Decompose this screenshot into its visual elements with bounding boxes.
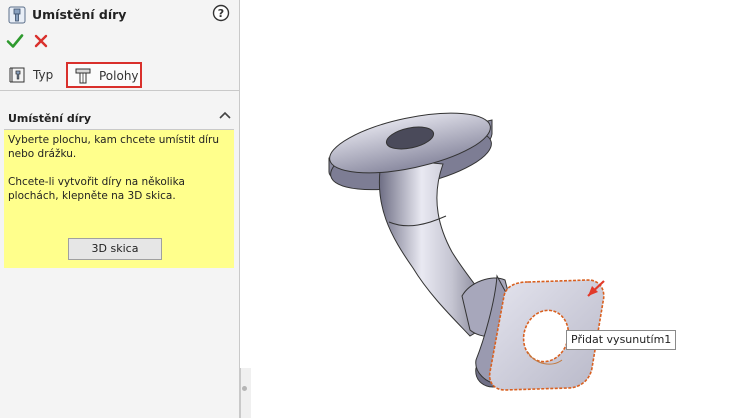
hole-wizard-icon <box>8 6 26 24</box>
hole-type-icon <box>9 67 25 83</box>
panel-title: Umístění díry <box>32 7 127 22</box>
instruction-text-2: Chcete-li vytvořit díry na několika ploc… <box>8 176 185 202</box>
face-tooltip: Přidat vysunutím1 <box>566 330 677 350</box>
panel-header: Umístění díry ? <box>8 4 234 26</box>
instruction-message: Vyberte plochu, kam chcete umístit díru … <box>4 130 234 268</box>
help-icon[interactable]: ? <box>212 4 230 22</box>
property-manager-panel: Umístění díry ? Typ Polohy Umístění díry… <box>0 0 240 418</box>
instruction-text-1: Vyberte plochu, kam chcete umístit díru … <box>8 134 220 160</box>
cancel-button[interactable] <box>32 32 50 50</box>
graphics-viewport[interactable] <box>250 0 750 418</box>
3d-sketch-button[interactable]: 3D skica <box>68 238 162 260</box>
tab-polohy-label: Polohy <box>99 69 139 83</box>
section-header[interactable]: Umístění díry <box>0 104 240 128</box>
tab-strip: Typ Polohy <box>0 60 240 91</box>
hole-position-icon <box>75 68 91 84</box>
splitter-grip-icon <box>242 386 247 391</box>
ok-button[interactable] <box>6 32 24 50</box>
section-title: Umístění díry <box>8 112 92 125</box>
tab-typ[interactable]: Typ <box>3 62 61 88</box>
tab-polohy[interactable]: Polohy <box>66 62 142 88</box>
svg-text:?: ? <box>218 7 224 20</box>
chevron-up-icon[interactable] <box>218 110 232 120</box>
tab-typ-label: Typ <box>33 68 54 82</box>
